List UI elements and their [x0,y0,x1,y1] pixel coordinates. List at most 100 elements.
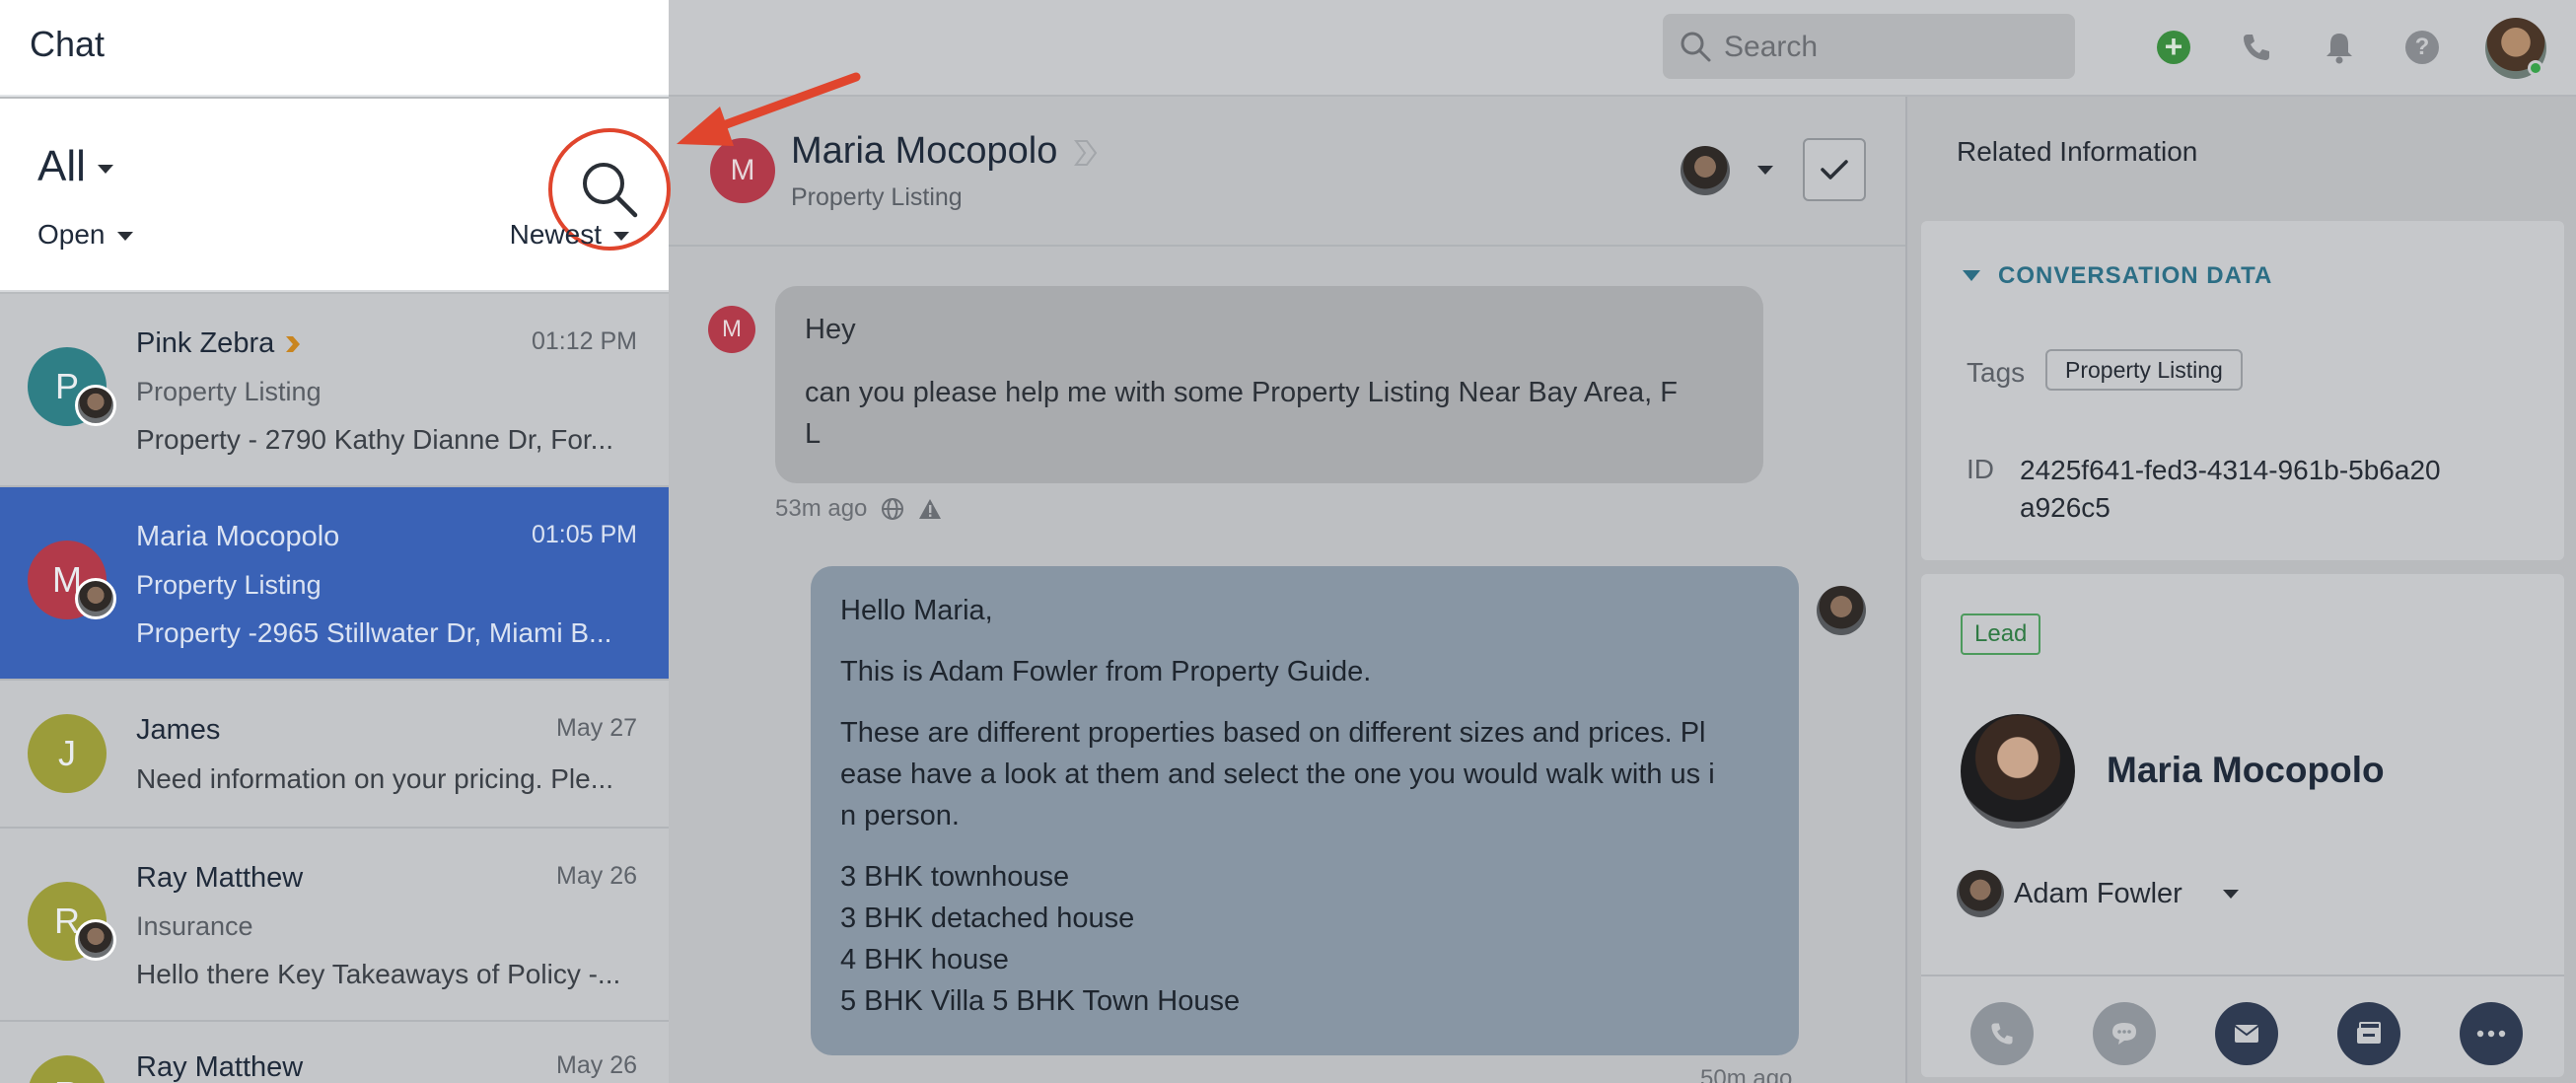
page-title: Chat [30,24,106,64]
phone-button[interactable] [2235,26,2278,69]
phone-icon [2244,35,2269,60]
warning-icon [919,499,942,519]
resolve-button[interactable] [1803,138,1866,201]
conversation-time: 01:12 PM [531,327,637,355]
message-line: 3 BHK detached house [840,902,1135,934]
sender-avatar: M [708,306,755,353]
more-actions-button[interactable] [2460,1002,2523,1065]
conversation-list-panel: Chat All Open Newest P Pink Zebra 01:12 … [0,0,671,1083]
conversation-preview: Property -2965 Stillwater Dr, Miami B... [136,617,612,648]
help-button[interactable]: ? [2400,26,2444,69]
message-line: 5 BHK Villa 5 BHK Town House [840,985,1241,1017]
panel-title: Related Information [1957,136,2198,167]
conversation-time: 01:05 PM [531,521,637,548]
chat-button[interactable] [2093,1002,2156,1065]
agent-avatar [1817,586,1866,635]
assignee-dropdown-icon[interactable] [1757,166,1773,175]
incoming-message: Hey can you please help me with some Pro… [775,286,1763,483]
priority-chevron-icon [286,336,301,352]
conversation-item[interactable]: J James May 27 Need information on your … [0,681,669,829]
add-icon: + [2157,31,2190,64]
message-line: Hey [805,314,856,345]
conversation-id: 2425f641-fed3-4314-961b-5b6a20a926c5 [2020,455,2441,523]
inbox-icon [2357,1022,2381,1044]
lead-badge: Lead [1961,614,2041,655]
conversation-item[interactable]: R Ray Matthew May 26 Insurance Hello the… [0,829,669,1022]
message-line: Hello Maria, [840,595,993,626]
message-timestamp: 50m ago [1700,1065,1793,1083]
owner-name[interactable]: Adam Fowler [2014,878,2182,910]
conversation-time: May 27 [556,714,637,742]
notifications-button[interactable] [2318,26,2361,69]
assignee-avatar [75,385,116,426]
channel-chevron-icon [1074,140,1098,166]
chevron-down-icon [116,232,133,242]
status-filter-label: Open [37,219,106,250]
assigned-agent-avatar[interactable] [1681,146,1730,195]
search-placeholder: Search [1724,31,1819,63]
assignee-avatar [75,578,116,619]
chevron-down-icon [97,164,113,174]
sort-dropdown[interactable]: Newest [510,219,629,251]
conversation-name: Ray Matthew [136,862,304,894]
conversation-time: May 26 [556,862,637,890]
conversation-time: May 26 [556,1051,637,1079]
inbox-button[interactable] [2337,1002,2400,1065]
chat-icon [2112,1023,2136,1045]
search-icon [1679,30,1712,68]
conversation-name: Pink Zebra [136,327,302,360]
conversation-data-card: CONVERSATION DATA Tags Property Listing … [1921,221,2564,560]
inbox-filter-dropdown[interactable]: All [37,142,113,191]
chevron-down-icon [613,232,629,242]
help-icon: ? [2405,31,2439,64]
message-line: n person. [840,800,960,831]
lead-card: Lead Maria Mocopolo Adam Fowler [1921,574,2564,1077]
email-button[interactable] [2215,1002,2278,1065]
message-line: This is Adam Fowler from Property Guide. [840,656,1372,687]
assignee-avatar [75,919,116,961]
conversation-name: Maria Mocopolo [136,521,340,552]
annotation-arrow [677,72,861,146]
add-button[interactable]: + [2152,26,2195,69]
bell-icon [2326,34,2352,64]
conversation-item-active[interactable]: M Maria Mocopolo 01:05 PM Property Listi… [0,487,669,681]
status-filter-dropdown[interactable]: Open [37,219,133,251]
chat-title-bar: Chat [0,0,669,97]
conversation-preview: Property - 2790 Kathy Dianne Dr, For... [136,424,614,455]
message-line: can you please help me with some Propert… [805,377,1678,408]
related-information-panel: Related Information CONVERSATION DATA Ta… [1905,97,2576,1083]
conversation-list: P Pink Zebra 01:12 PM Property Listing P… [0,294,669,1083]
id-label: ID [1967,454,1994,484]
conversation-subject: Property Listing [136,377,322,406]
conversation-subject: Insurance [136,911,253,941]
conversation-name: James [136,714,221,746]
lead-actions [1921,975,2564,1077]
message-line: These are different properties based on … [840,717,1706,749]
inbox-filter-label: All [37,142,86,190]
tags-label: Tags [1967,357,2026,388]
sort-label: Newest [509,219,602,250]
message-line: 4 BHK house [840,944,1009,975]
checkmark-icon [1821,160,1848,180]
conversation-name: Ray Matthew [136,1051,304,1083]
conversation-subject: Property Listing [136,570,322,600]
section-title[interactable]: CONVERSATION DATA [1998,262,2272,290]
contact-avatar: R [28,1055,107,1083]
conversation-filters: All Open Newest [0,99,671,292]
owner-dropdown-icon[interactable] [2223,890,2239,899]
message-line: ease have a look at them and select the … [840,758,1715,790]
conversation-item[interactable]: P Pink Zebra 01:12 PM Property Listing P… [0,294,669,487]
online-status-dot [2528,60,2543,76]
conversation-preview: Need information on your pricing. Ple... [136,763,614,794]
global-search-input[interactable]: Search [1663,14,2075,79]
message-timestamp: 53m ago [775,495,868,522]
lead-name[interactable]: Maria Mocopolo [2107,750,2385,791]
contact-subject: Property Listing [791,183,963,211]
phone-icon [1991,1023,2013,1045]
conversation-item[interactable]: R Ray Matthew May 26 [0,1022,669,1083]
tag-chip[interactable]: Property Listing [2045,349,2243,391]
call-button[interactable] [1970,1002,2034,1065]
conversation-preview: Hello there Key Takeaways of Policy -... [136,959,621,989]
collapse-caret-icon[interactable] [1963,270,1980,281]
message-line: 3 BHK townhouse [840,861,1070,893]
